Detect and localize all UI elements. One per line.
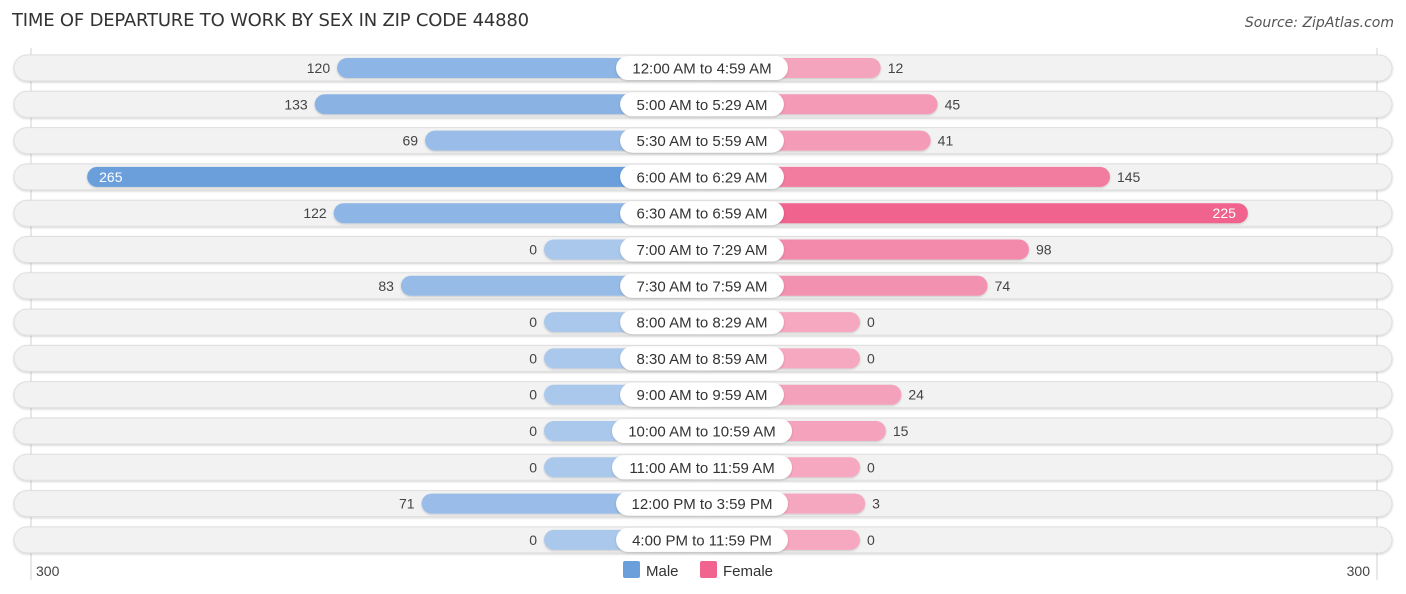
chart-row: 6:30 AM to 6:59 AM 122 225 <box>13 199 1393 227</box>
value-label-female: 12 <box>888 60 904 76</box>
value-label-female: 0 <box>867 459 875 475</box>
value-label-female: 145 <box>1117 169 1141 185</box>
value-label-female: 3 <box>872 496 880 512</box>
category-label: 12:00 PM to 3:59 PM <box>632 496 773 513</box>
value-label-female: 0 <box>867 532 875 548</box>
value-label-female: 0 <box>867 350 875 366</box>
chart-row: 4:00 PM to 11:59 PM 0 0 <box>13 526 1393 554</box>
value-label-male: 0 <box>529 423 537 439</box>
chart-row: 5:30 AM to 5:59 AM 69 41 <box>13 127 1393 155</box>
value-label-female: 225 <box>1213 205 1237 221</box>
bar-male[interactable] <box>87 166 702 187</box>
value-label-male: 83 <box>378 278 394 294</box>
chart-row: 8:00 AM to 8:29 AM 0 0 <box>13 308 1393 336</box>
category-label: 8:00 AM to 8:29 AM <box>637 315 768 332</box>
chart-area: 12:00 AM to 4:59 AM 120 12 5:00 AM to 5:29 … <box>13 48 1393 580</box>
axis-tick-right: 300 <box>1347 563 1371 579</box>
chart-row: 6:00 AM to 6:29 AM 265 145 <box>13 163 1393 191</box>
legend-swatch-female <box>700 561 717 578</box>
value-label-female: 0 <box>867 314 875 330</box>
category-label: 7:00 AM to 7:29 AM <box>637 242 768 259</box>
value-label-female: 45 <box>945 96 961 112</box>
category-label: 7:30 AM to 7:59 AM <box>637 278 768 295</box>
chart-row: 12:00 AM to 4:59 AM 120 12 <box>13 54 1393 82</box>
value-label-female: 41 <box>938 133 954 149</box>
legend: Male Female <box>623 561 773 580</box>
legend-label-male: Male <box>646 563 679 580</box>
category-label: 8:30 AM to 8:59 AM <box>637 351 768 368</box>
chart-row: 9:00 AM to 9:59 AM 0 24 <box>13 381 1393 409</box>
chart-row: 10:00 AM to 10:59 AM 0 15 <box>13 417 1393 445</box>
value-label-male: 265 <box>99 169 123 185</box>
value-label-male: 0 <box>529 459 537 475</box>
value-label-male: 0 <box>529 314 537 330</box>
value-label-male: 69 <box>402 133 418 149</box>
value-label-male: 0 <box>529 350 537 366</box>
value-label-male: 120 <box>307 60 331 76</box>
legend-swatch-male <box>623 561 640 578</box>
category-label: 6:00 AM to 6:29 AM <box>637 169 768 186</box>
category-label: 12:00 AM to 4:59 AM <box>632 61 771 78</box>
category-label: 5:30 AM to 5:59 AM <box>637 133 768 150</box>
value-label-female: 15 <box>893 423 909 439</box>
legend-label-female: Female <box>723 563 773 580</box>
chart-row: 12:00 PM to 3:59 PM 71 3 <box>13 490 1393 518</box>
value-label-female: 24 <box>908 387 924 403</box>
chart-row: 7:30 AM to 7:59 AM 83 74 <box>13 272 1393 300</box>
value-label-male: 122 <box>303 205 327 221</box>
category-label: 11:00 AM to 11:59 AM <box>629 460 774 477</box>
value-label-female: 98 <box>1036 242 1052 258</box>
category-label: 4:00 PM to 11:59 PM <box>632 532 772 549</box>
category-label: 10:00 AM to 10:59 AM <box>628 424 776 441</box>
value-label-male: 0 <box>529 387 537 403</box>
axis-tick-left: 300 <box>36 563 60 579</box>
chart-row: 8:30 AM to 8:59 AM 0 0 <box>13 344 1393 372</box>
value-label-male: 133 <box>284 96 308 112</box>
category-label: 6:30 AM to 6:59 AM <box>637 206 768 223</box>
value-label-male: 0 <box>529 532 537 548</box>
value-label-male: 0 <box>529 242 537 258</box>
value-label-male: 71 <box>399 496 415 512</box>
chart-row: 11:00 AM to 11:59 AM 0 0 <box>13 453 1393 481</box>
value-label-female: 74 <box>995 278 1011 294</box>
chart-row: 7:00 AM to 7:29 AM 0 98 <box>13 236 1393 263</box>
category-label: 9:00 AM to 9:59 AM <box>637 387 768 404</box>
category-label: 5:00 AM to 5:29 AM <box>637 97 768 114</box>
chart-row: 5:00 AM to 5:29 AM 133 45 <box>13 90 1393 118</box>
